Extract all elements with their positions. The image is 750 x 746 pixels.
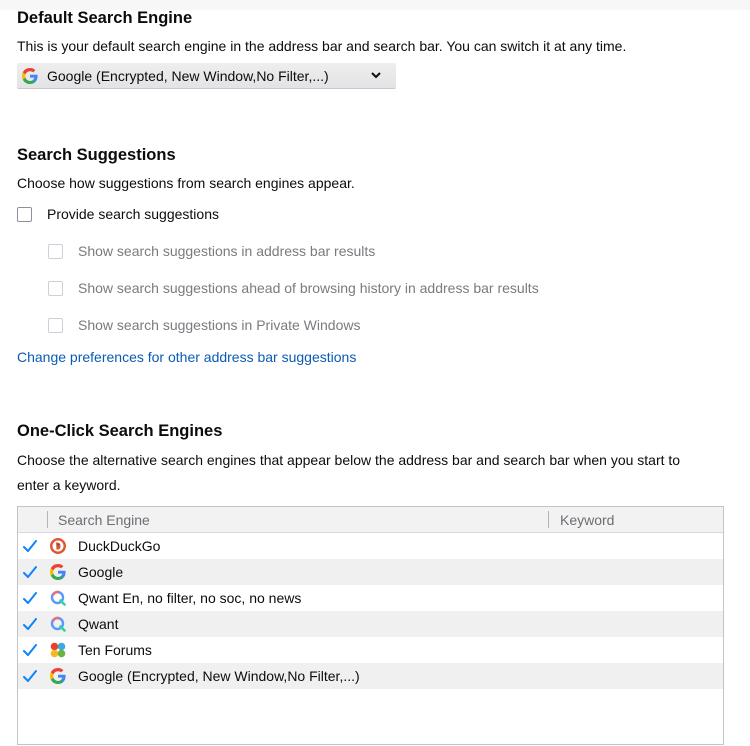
chevron-down-icon (371, 72, 381, 79)
default-engine-description: This is your default search engine in th… (17, 38, 627, 54)
table-header: Search Engine Keyword (18, 507, 723, 533)
default-engine-dropdown[interactable]: Google (Encrypted, New Window,No Filter,… (17, 63, 396, 88)
checkmark-icon[interactable] (23, 591, 37, 605)
suggestions-private-checkbox[interactable] (48, 318, 63, 333)
suggestions-address-bar-checkbox[interactable] (48, 244, 63, 259)
provide-suggestions-checkbox[interactable] (17, 207, 32, 222)
suggestions-description: Choose how suggestions from search engin… (17, 175, 355, 191)
duckduckgo-icon (50, 538, 66, 554)
table-row[interactable]: Ten Forums (18, 637, 723, 663)
table-row[interactable]: DuckDuckGo (18, 533, 723, 559)
search-engines-table: Search Engine Keyword DuckDuckGo Google (17, 506, 724, 745)
qwant-icon (50, 590, 66, 606)
engine-name: Qwant En, no filter, no soc, no news (78, 590, 302, 606)
tenforums-icon (50, 642, 66, 658)
engine-name: Ten Forums (78, 642, 152, 658)
checkmark-icon[interactable] (23, 565, 37, 579)
default-engine-heading: Default Search Engine (17, 9, 193, 27)
engine-name: DuckDuckGo (78, 538, 161, 554)
table-row[interactable]: Qwant En, no filter, no soc, no news (18, 585, 723, 611)
column-search-engine[interactable]: Search Engine (58, 512, 150, 528)
table-row[interactable]: Google (18, 559, 723, 585)
suggestions-address-bar-label: Show search suggestions in address bar r… (78, 243, 376, 259)
engine-name: Google (78, 564, 124, 580)
suggestions-private-label: Show search suggestions in Private Windo… (78, 317, 361, 333)
table-row[interactable]: Google (Encrypted, New Window,No Filter,… (18, 663, 723, 689)
suggestions-ahead-history-label: Show search suggestions ahead of browsin… (78, 280, 539, 296)
one-click-description-line2: enter a keyword. (17, 477, 121, 493)
engine-name: Google (Encrypted, New Window,No Filter,… (78, 668, 360, 684)
google-icon (50, 564, 66, 580)
suggestions-ahead-history-checkbox[interactable] (48, 281, 63, 296)
one-click-description-line1: Choose the alternative search engines th… (17, 452, 681, 468)
checkmark-icon[interactable] (23, 669, 37, 683)
provide-suggestions-label[interactable]: Provide search suggestions (47, 206, 219, 222)
column-divider[interactable] (47, 511, 48, 528)
suggestions-heading: Search Suggestions (17, 146, 176, 164)
checkmark-icon[interactable] (23, 643, 37, 657)
column-keyword[interactable]: Keyword (560, 512, 614, 528)
column-divider[interactable] (548, 511, 549, 528)
address-bar-preferences-link[interactable]: Change preferences for other address bar… (17, 349, 356, 365)
google-icon (50, 668, 66, 684)
default-engine-selected: Google (Encrypted, New Window,No Filter,… (47, 67, 329, 84)
one-click-heading: One-Click Search Engines (17, 422, 223, 440)
google-icon (22, 67, 38, 84)
checkmark-icon[interactable] (23, 539, 37, 553)
qwant-icon (50, 616, 66, 632)
checkmark-icon[interactable] (23, 617, 37, 631)
table-row[interactable]: Qwant (18, 611, 723, 637)
engine-name: Qwant (78, 616, 119, 632)
